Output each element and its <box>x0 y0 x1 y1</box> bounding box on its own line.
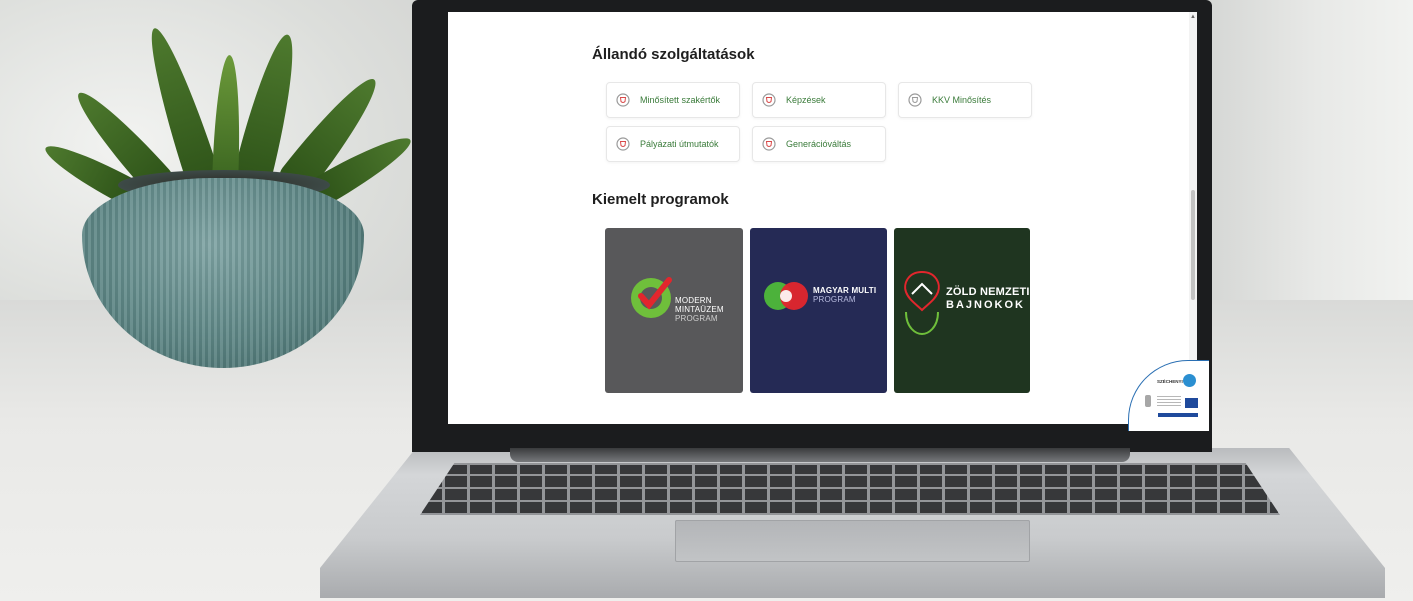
shield-icon <box>762 137 776 151</box>
service-label: Pályázati útmutatók <box>640 139 719 149</box>
services-heading: Állandó szolgáltatások <box>592 46 755 63</box>
programs-heading: Kiemelt programok <box>592 191 729 208</box>
program-title: MINTAÜZEM <box>675 305 724 314</box>
service-card-minositett-szakertok[interactable]: Minősített szakértők <box>606 82 740 118</box>
badge-logo-icon <box>1183 374 1196 387</box>
laptop-keyboard <box>420 463 1280 515</box>
program-subtitle: PROGRAM <box>675 314 718 323</box>
service-card-generaciovaltas[interactable]: Generációváltás <box>752 126 886 162</box>
drop-logo-icon <box>904 270 940 336</box>
shield-icon <box>616 93 630 107</box>
badge-fine-print <box>1157 396 1181 408</box>
program-title: ZÖLD NEMZETI <box>946 286 1030 298</box>
program-subtitle: PROGRAM <box>813 295 856 304</box>
scroll-up-icon[interactable]: ▲ <box>1190 14 1196 20</box>
program-card-magyar-multi[interactable]: MAGYAR MULTI PROGRAM <box>750 228 887 393</box>
scrollbar-thumb[interactable] <box>1191 190 1195 300</box>
shield-icon <box>616 137 630 151</box>
laptop-trackpad <box>675 520 1030 562</box>
service-label: Képzések <box>786 95 826 105</box>
program-title: MODERN <box>675 296 712 305</box>
coat-of-arms-icon <box>1145 395 1151 407</box>
shield-icon <box>908 93 922 107</box>
service-label: KKV Minősítés <box>932 95 992 105</box>
service-card-palyazati-utmutatok[interactable]: Pályázati útmutatók <box>606 126 740 162</box>
service-label: Generációváltás <box>786 139 852 149</box>
service-label: Minősített szakértők <box>640 95 721 105</box>
laptop-hinge <box>510 448 1130 462</box>
multi-logo-icon <box>764 282 808 310</box>
badge-bar <box>1158 413 1198 417</box>
program-card-zold-nemzeti-bajnokok[interactable]: ZÖLD NEMZETI BAJNOKOK <box>894 228 1030 393</box>
service-card-kkv-minosites[interactable]: KKV Minősítés <box>898 82 1032 118</box>
eu-flag-icon <box>1185 398 1198 408</box>
checkmark-logo-icon <box>631 277 672 318</box>
program-title: BAJNOKOK <box>946 299 1025 311</box>
program-title: MAGYAR MULTI <box>813 286 877 295</box>
shield-icon <box>762 93 776 107</box>
service-card-kepzesek[interactable]: Képzések <box>752 82 886 118</box>
badge-title: SZÉCHENYI <box>1157 379 1183 384</box>
program-card-modern-mintauzem[interactable]: MODERN MINTAÜZEM PROGRAM <box>605 228 743 393</box>
